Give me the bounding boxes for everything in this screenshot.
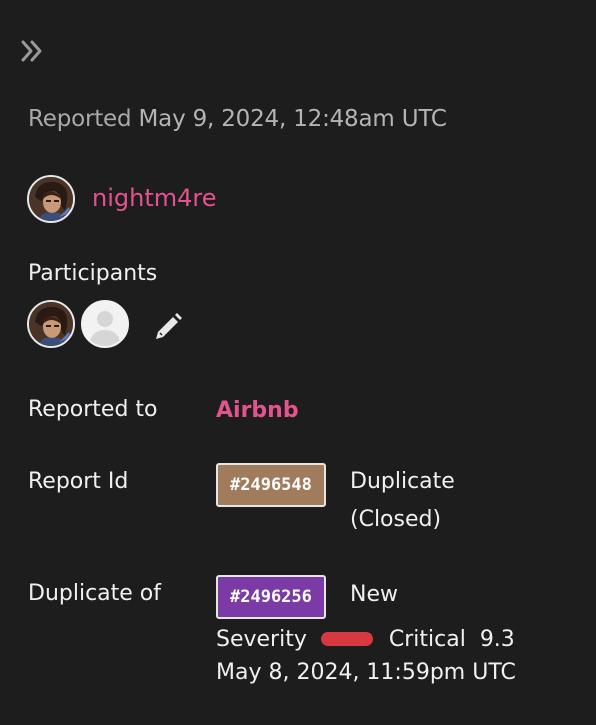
double-chevron-right-icon[interactable]: [20, 38, 46, 64]
participant-avatar[interactable]: [27, 300, 75, 348]
reported-to-label: Reported to: [28, 397, 158, 422]
default-avatar[interactable]: [81, 300, 129, 348]
duplicate-of-label: Duplicate of: [28, 581, 162, 606]
reported-prefix: Reported: [28, 106, 132, 132]
reporter-username[interactable]: nightm4re: [92, 184, 217, 212]
duplicate-id-badge[interactable]: #2496256: [216, 575, 326, 619]
reported-timestamp: Reported May 9, 2024, 12:48am UTC: [28, 106, 447, 132]
report-sidebar: Reported May 9, 2024, 12:48am UTC nightm…: [0, 0, 596, 725]
report-status: Duplicate (Closed): [350, 469, 455, 532]
report-id-badge: #2496548: [216, 463, 326, 507]
severity-row: Severity Critical 9.3: [216, 620, 515, 658]
duplicate-status: New: [350, 582, 398, 607]
reported-date: May 9, 2024, 12:48am UTC: [138, 106, 447, 132]
participants-label: Participants: [28, 261, 158, 286]
duplicate-date: May 8, 2024, 11:59pm UTC: [216, 660, 516, 685]
reporter-avatar[interactable]: [27, 175, 75, 223]
program-link[interactable]: Airbnb: [216, 398, 299, 423]
report-id-label: Report Id: [28, 469, 129, 494]
severity-score: 9.3: [479, 626, 515, 652]
severity-value: Critical: [388, 626, 466, 652]
severity-label: Severity: [216, 626, 307, 652]
pencil-icon[interactable]: [152, 311, 184, 343]
severity-indicator: [320, 632, 373, 646]
